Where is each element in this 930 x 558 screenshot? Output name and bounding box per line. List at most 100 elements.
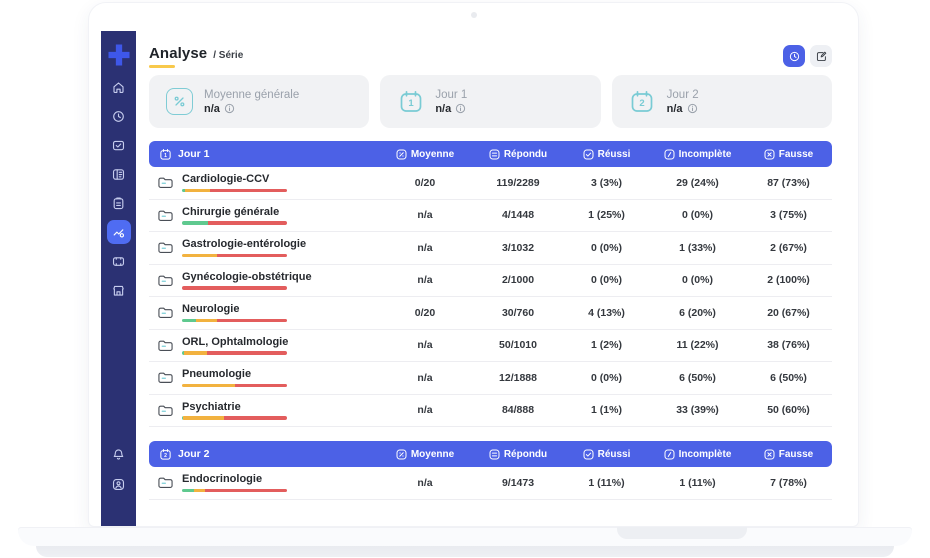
storefront-icon bbox=[111, 283, 126, 298]
folder-icon bbox=[157, 208, 174, 223]
stat-card-moyenne-generale[interactable]: Moyenne généralen/a bbox=[149, 75, 369, 128]
row-label: ORL, Ophtalmologie bbox=[182, 336, 288, 348]
column-header-fausse[interactable]: Fausse bbox=[745, 149, 832, 160]
result-distribution-bar bbox=[182, 221, 287, 225]
folder-icon bbox=[157, 175, 174, 190]
table-row[interactable]: Cardiologie-CCV0/20119/22893 (3%)29 (24%… bbox=[149, 167, 832, 200]
folder-icon bbox=[157, 508, 174, 509]
table-row[interactable]: Endocrinologien/a9/14731 (11%)1 (11%)7 (… bbox=[149, 467, 832, 500]
check-box-icon bbox=[583, 449, 594, 460]
table-row-partial[interactable] bbox=[149, 500, 832, 510]
sidebar-item-library[interactable] bbox=[107, 162, 131, 186]
sidebar-item-home[interactable] bbox=[107, 75, 131, 99]
column-header-repondu[interactable]: Répondu bbox=[473, 449, 563, 460]
laptop-mockup: Analyse / Série Moyenne généralen/a 1Jour… bbox=[0, 0, 930, 558]
folder-icon bbox=[157, 305, 174, 320]
bar-segment-fausse bbox=[207, 351, 287, 355]
stat-cards: Moyenne généralen/a1Jour 1n/a2Jour 2n/a bbox=[149, 75, 832, 128]
column-header-moyenne[interactable]: Moyenne bbox=[377, 149, 473, 160]
bar-segment-fausse bbox=[217, 319, 287, 323]
cell-fausse: 38 (76%) bbox=[745, 339, 832, 351]
calendar-2-icon: 2 bbox=[629, 88, 656, 115]
result-distribution-bar bbox=[182, 351, 287, 355]
page-title: Analyse bbox=[149, 45, 207, 62]
cell-reussi: 4 (13%) bbox=[563, 307, 650, 319]
bar-segment-incomplete bbox=[182, 384, 235, 388]
cell-moyenne: n/a bbox=[377, 404, 473, 416]
info-icon[interactable] bbox=[687, 103, 698, 114]
analytics-icon bbox=[111, 225, 126, 240]
table-row[interactable]: Chirurgie généralen/a4/14481 (25%)0 (0%)… bbox=[149, 200, 832, 233]
column-header-repondu[interactable]: Répondu bbox=[473, 149, 563, 160]
svg-text:2: 2 bbox=[640, 98, 645, 109]
sidebar-item-notifications[interactable] bbox=[107, 442, 131, 466]
note-edit-icon bbox=[815, 50, 828, 63]
column-header-reussi[interactable]: Réussi bbox=[563, 449, 650, 460]
bar-segment-incomplete bbox=[182, 254, 217, 258]
breadcrumb: / Série bbox=[213, 50, 243, 61]
cell-moyenne: n/a bbox=[377, 242, 473, 254]
cell-reussi: 1 (2%) bbox=[563, 339, 650, 351]
cell-fausse: 7 (78%) bbox=[745, 477, 832, 489]
table-title: 1Jour 1 bbox=[149, 148, 377, 161]
cell-reussi: 1 (1%) bbox=[563, 404, 650, 416]
stat-card-jour-2[interactable]: 2 Jour 2n/a bbox=[612, 75, 832, 128]
column-header-moyenne[interactable]: Moyenne bbox=[377, 449, 473, 460]
cell-moyenne: n/a bbox=[377, 339, 473, 351]
column-header-reussi[interactable]: Réussi bbox=[563, 149, 650, 160]
table-row[interactable]: Pneumologien/a12/18880 (0%)6 (50%)6 (50%… bbox=[149, 362, 832, 395]
info-icon[interactable] bbox=[224, 103, 235, 114]
page-header: Analyse / Série bbox=[149, 45, 832, 71]
percent-icon bbox=[166, 88, 193, 115]
title-accent-underline bbox=[149, 65, 175, 68]
sidebar-item-history[interactable] bbox=[107, 104, 131, 128]
cell-incomplete: 1 (11%) bbox=[650, 477, 745, 489]
cell-repondu: 3/1032 bbox=[473, 242, 563, 254]
table-title: 2Jour 2 bbox=[149, 448, 377, 461]
cell-incomplete: 0 (0%) bbox=[650, 209, 745, 221]
stat-card-text: Moyenne généralen/a bbox=[204, 89, 299, 115]
sidebar-item-organization[interactable] bbox=[107, 278, 131, 302]
info-icon[interactable] bbox=[455, 103, 466, 114]
result-distribution-bar bbox=[182, 254, 287, 258]
table-row[interactable]: Gynécologie-obstétriquen/a2/10000 (0%)0 … bbox=[149, 265, 832, 298]
ticket-icon bbox=[111, 254, 126, 269]
cell-fausse: 87 (73%) bbox=[745, 177, 832, 189]
history-button[interactable] bbox=[783, 45, 805, 67]
sidebar-item-exams[interactable] bbox=[107, 191, 131, 215]
cell-repondu: 9/1473 bbox=[473, 477, 563, 489]
profile-icon bbox=[111, 477, 126, 492]
column-header-fausse[interactable]: Fausse bbox=[745, 449, 832, 460]
table-jour-1: 1Jour 1MoyenneRéponduRéussiIncomplèteFau… bbox=[149, 141, 832, 427]
header-actions bbox=[783, 45, 832, 67]
cell-incomplete: 6 (20%) bbox=[650, 307, 745, 319]
stat-card-value: n/a bbox=[204, 103, 220, 115]
table-row[interactable]: Neurologie0/2030/7604 (13%)6 (20%)20 (67… bbox=[149, 297, 832, 330]
flashcard-icon bbox=[111, 138, 126, 153]
table-row[interactable]: Gastrologie-entérologien/a3/10320 (0%)1 … bbox=[149, 232, 832, 265]
sidebar-item-cards[interactable] bbox=[107, 249, 131, 273]
cell-repondu: 12/1888 bbox=[473, 372, 563, 384]
sidebar-item-analytics[interactable] bbox=[107, 220, 131, 244]
table-row[interactable]: Psychiatrien/a84/8881 (1%)33 (39%)50 (60… bbox=[149, 395, 832, 428]
stat-card-jour-1[interactable]: 1Jour 1n/a bbox=[380, 75, 600, 128]
sidebar-item-flashcards[interactable] bbox=[107, 133, 131, 157]
bar-segment-fausse bbox=[210, 189, 287, 193]
notes-button[interactable] bbox=[810, 45, 832, 67]
result-distribution-bar bbox=[182, 189, 287, 193]
history-icon bbox=[788, 50, 801, 63]
x-box-icon bbox=[764, 449, 775, 460]
sidebar-item-profile[interactable] bbox=[107, 472, 131, 496]
stat-card-value: n/a bbox=[435, 103, 451, 115]
column-header-incomplete[interactable]: Incomplète bbox=[650, 149, 745, 160]
folder-icon bbox=[157, 273, 174, 288]
bar-segment-incomplete bbox=[196, 319, 217, 323]
folder-icon bbox=[157, 475, 174, 490]
row-label: Pneumologie bbox=[182, 368, 287, 380]
table-row[interactable]: ORL, Ophtalmologien/a50/10101 (2%)11 (22… bbox=[149, 330, 832, 363]
column-header-incomplete[interactable]: Incomplète bbox=[650, 449, 745, 460]
stat-card-text: Jour 2n/a bbox=[667, 89, 699, 115]
app-logo[interactable] bbox=[105, 41, 133, 69]
title-row: Analyse / Série bbox=[149, 45, 832, 62]
stat-card-label: Jour 2 bbox=[667, 89, 699, 101]
